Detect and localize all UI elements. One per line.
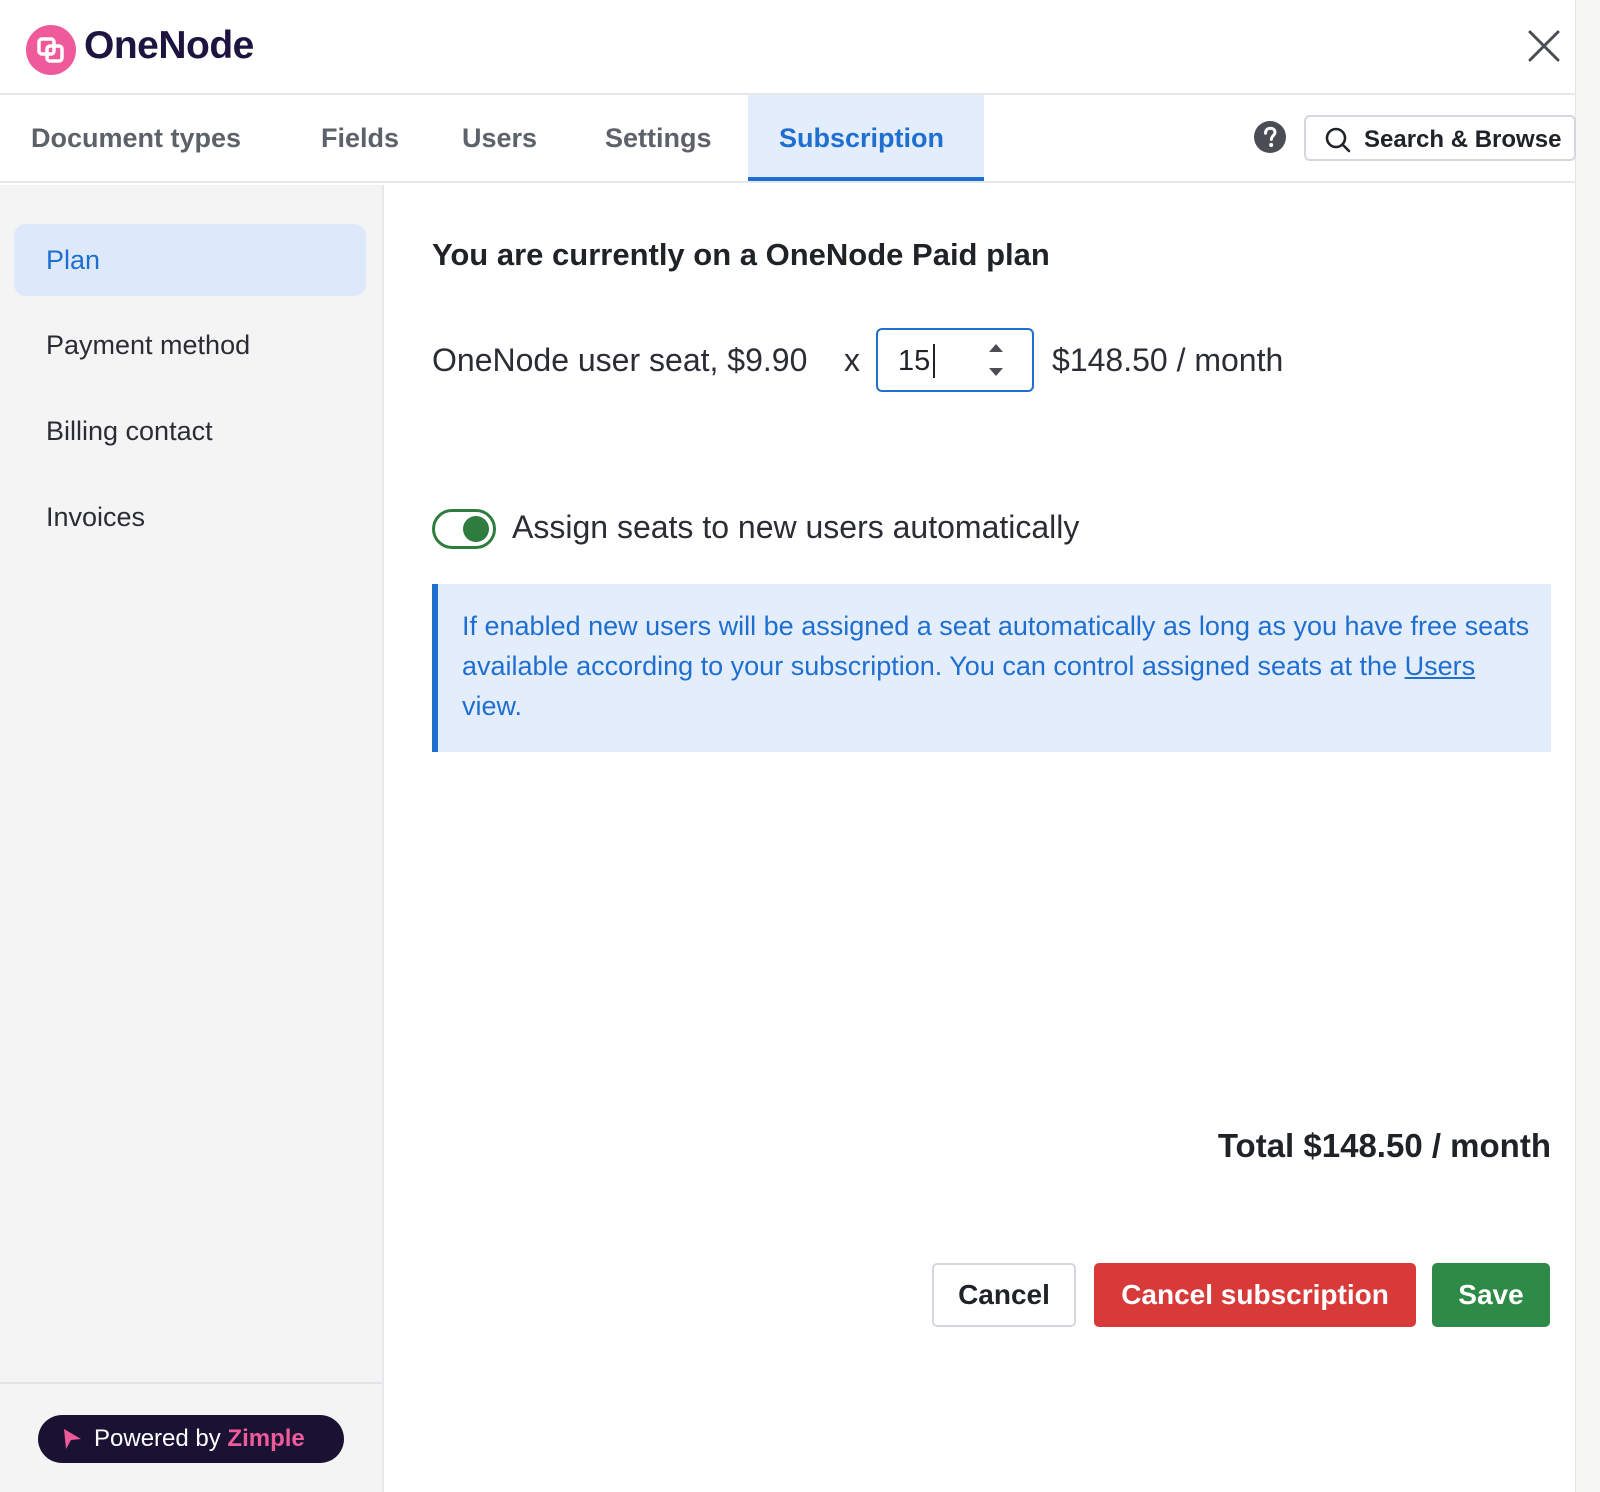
tab-bar: Document types Fields Users Settings Sub…: [0, 95, 1576, 183]
tab-subscription[interactable]: Subscription: [748, 95, 984, 181]
tab-users[interactable]: Users: [431, 95, 568, 181]
info-callout: If enabled new users will be assigned a …: [432, 584, 1551, 752]
powered-by-label: Powered by: [94, 1425, 221, 1452]
powered-by-badge[interactable]: Powered by Zimple: [38, 1415, 344, 1463]
sidebar-divider: [0, 1382, 382, 1384]
info-text-start: If enabled new users will be assigned a …: [462, 611, 1530, 681]
toggle-knob: [463, 516, 489, 542]
tab-fields[interactable]: Fields: [290, 95, 430, 181]
sidebar-item-payment-method[interactable]: Payment method: [14, 309, 366, 381]
seat-price: $148.50 / month: [1052, 342, 1284, 378]
seat-multiplier: x: [844, 342, 860, 378]
help-icon[interactable]: [1253, 120, 1287, 154]
tab-settings[interactable]: Settings: [574, 95, 743, 181]
sidebar-item-billing-contact[interactable]: Billing contact: [14, 395, 366, 467]
app-name: OneNode: [84, 24, 254, 67]
tab-document-types[interactable]: Document types: [0, 95, 272, 181]
zimple-logo-icon: [64, 1429, 81, 1449]
info-text-end: view.: [462, 691, 523, 721]
auto-assign-toggle[interactable]: [432, 509, 496, 549]
sidebar-item-plan[interactable]: Plan: [14, 224, 366, 296]
onenode-logo-icon: [26, 25, 76, 75]
spin-arrows-icon: [989, 344, 1003, 376]
auto-assign-label: Assign seats to new users automatically: [512, 509, 1080, 545]
plan-panel: You are currently on a OneNode Paid plan…: [386, 185, 1576, 1492]
info-text: If enabled new users will be assigned a …: [462, 606, 1542, 726]
spin-buttons[interactable]: [978, 336, 1014, 384]
background-edge: [1576, 0, 1600, 1492]
seat-quantity-stepper[interactable]: [876, 328, 1034, 392]
sidebar: Plan Payment method Billing contact Invo…: [0, 185, 384, 1492]
dialog-header: OneNode: [0, 0, 1576, 95]
text-caret: [933, 344, 935, 378]
close-icon[interactable]: [1524, 26, 1564, 66]
total-price: Total $148.50 / month: [1217, 1127, 1551, 1164]
page-title: You are currently on a OneNode Paid plan: [432, 237, 1050, 272]
search-browse-button[interactable]: Search & Browse: [1304, 115, 1576, 161]
sidebar-item-invoices[interactable]: Invoices: [14, 481, 366, 553]
seat-quantity-input[interactable]: [898, 344, 988, 378]
search-browse-label: Search & Browse: [1364, 126, 1562, 153]
subscription-dialog: OneNode Document types Fields Users Sett…: [0, 0, 1576, 1492]
save-button[interactable]: Save: [1432, 1263, 1550, 1327]
powered-by-brand: Zimple: [227, 1425, 305, 1452]
auto-assign-row: Assign seats to new users automatically: [432, 507, 1432, 551]
seat-label: OneNode user seat, $9.90: [432, 342, 808, 378]
users-view-link[interactable]: Users: [1405, 651, 1476, 681]
cancel-subscription-button[interactable]: Cancel subscription: [1094, 1263, 1416, 1327]
search-icon: [1325, 127, 1351, 153]
seat-row: OneNode user seat, $9.90 x $148.50 / mon…: [432, 328, 1532, 392]
cancel-button[interactable]: Cancel: [932, 1263, 1076, 1327]
